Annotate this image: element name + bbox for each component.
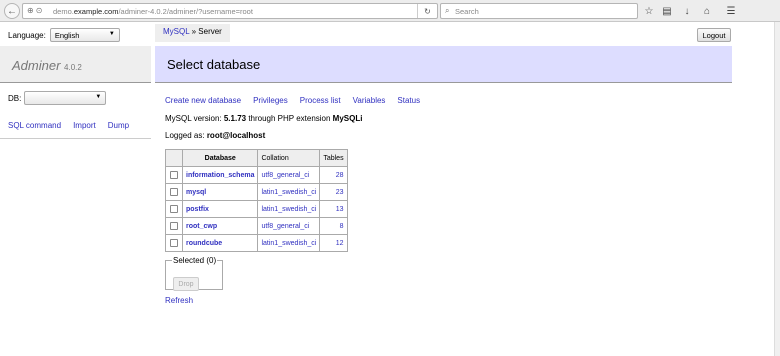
mysql-version-line: MySQL version: 5.1.73 through PHP extens… — [165, 114, 362, 123]
breadcrumb-current: Server — [198, 27, 222, 36]
column-header-tables[interactable]: Tables — [319, 149, 348, 167]
collation-link[interactable]: latin1_swedish_ci — [257, 200, 321, 218]
database-name-link[interactable]: mysql — [181, 183, 259, 201]
language-label: Language: — [8, 30, 46, 40]
create-database-link[interactable]: Create new database — [165, 96, 241, 105]
logout-button[interactable]: Logout — [697, 28, 731, 42]
breadcrumb-mysql-link[interactable]: MySQL — [163, 27, 189, 36]
server-menu: Create new database Privileges Process l… — [165, 96, 420, 105]
drop-button[interactable]: Drop — [173, 277, 199, 291]
address-bar[interactable]: ⊕⊙ demo.example.com/adminer-4.0.2/admine… — [22, 3, 438, 19]
hamburger-menu-icon[interactable]: ☰ — [724, 4, 738, 18]
status-link[interactable]: Status — [397, 96, 420, 105]
search-icon: ⌕ — [445, 6, 450, 15]
table-count-link[interactable]: 8 — [319, 217, 348, 235]
brand-name: Adminer — [12, 58, 61, 73]
row-select-cell — [165, 234, 183, 252]
page-title: Select database — [167, 57, 261, 72]
table-header-row: Database Collation Tables — [165, 149, 348, 167]
db-label: DB: — [8, 93, 22, 103]
url-text[interactable]: demo.example.com/adminer-4.0.2/adminer/?… — [53, 7, 253, 16]
home-icon[interactable]: ⌂ — [700, 4, 714, 18]
adminer-logo[interactable]: Adminer 4.0.2 — [12, 58, 82, 73]
page-scrollbar[interactable] — [774, 22, 780, 356]
breadcrumb-separator: » — [189, 27, 199, 36]
search-placeholder: Search — [455, 7, 479, 16]
row-checkbox[interactable] — [170, 205, 178, 213]
row-checkbox[interactable] — [170, 171, 178, 179]
table-count-link[interactable]: 13 — [319, 200, 348, 218]
select-all-cell — [165, 149, 183, 167]
brand-version: 4.0.2 — [64, 63, 82, 72]
bookmark-star-icon[interactable]: ☆ — [642, 4, 656, 18]
reload-icon[interactable]: ↻ — [417, 4, 437, 18]
dump-link[interactable]: Dump — [108, 121, 129, 130]
import-link[interactable]: Import — [73, 121, 96, 130]
table-row: root_cwp utf8_general_ci 8 — [165, 217, 348, 235]
row-checkbox[interactable] — [170, 239, 178, 247]
collation-link[interactable]: latin1_swedish_ci — [257, 183, 321, 201]
db-selector: DB: ▼ — [8, 91, 107, 105]
table-row: mysql latin1_swedish_ci 23 — [165, 183, 348, 201]
collation-link[interactable]: utf8_general_ci — [257, 217, 321, 235]
db-select[interactable]: ▼ — [24, 91, 107, 105]
database-name-link[interactable]: roundcube — [181, 234, 259, 252]
php-extension: MySQLi — [332, 114, 363, 123]
language-select[interactable]: English ▼ — [49, 28, 120, 42]
chevron-down-icon: ▼ — [108, 31, 115, 37]
row-select-cell — [165, 183, 183, 201]
database-name-link[interactable]: postfix — [181, 200, 259, 218]
sidebar-links: SQL command Import Dump — [8, 121, 129, 130]
chevron-down-icon: ▼ — [95, 94, 102, 100]
column-header-database[interactable]: Database — [181, 149, 259, 167]
sidebar-divider — [0, 138, 151, 139]
column-header-collation[interactable]: Collation — [257, 149, 321, 167]
table-count-link[interactable]: 23 — [319, 183, 348, 201]
language-switcher: Language: English ▼ — [8, 28, 120, 42]
table-row: postfix latin1_swedish_ci 13 — [165, 200, 348, 218]
process-list-link[interactable]: Process list — [300, 96, 341, 105]
browser-search-input[interactable]: ⌕ Search — [440, 3, 638, 19]
row-checkbox[interactable] — [170, 222, 178, 230]
language-selected-value: English — [54, 31, 80, 40]
logged-as-line: Logged as: root@localhost — [165, 131, 265, 140]
row-select-cell — [165, 217, 183, 235]
collation-link[interactable]: utf8_general_ci — [257, 166, 321, 184]
database-name-link[interactable]: information_schema — [181, 166, 259, 184]
version-mid: through PHP extension — [246, 114, 333, 123]
sidebar-header: Adminer 4.0.2 — [0, 46, 151, 83]
download-icon[interactable]: ↓ — [680, 4, 694, 18]
content-header: Select database — [155, 46, 732, 83]
selected-fieldset: Selected (0) Drop — [165, 256, 223, 291]
row-select-cell — [165, 200, 183, 218]
mysql-version: 5.1.73 — [223, 114, 247, 123]
site-identity-icon[interactable]: ⊕⊙ — [27, 6, 44, 15]
table-row: information_schema utf8_general_ci 28 — [165, 166, 348, 184]
logged-prefix: Logged as: — [165, 131, 207, 140]
sql-command-link[interactable]: SQL command — [8, 121, 61, 130]
refresh-link[interactable]: Refresh — [165, 296, 193, 305]
row-select-cell — [165, 166, 183, 184]
table-count-link[interactable]: 28 — [319, 166, 348, 184]
logged-user: root@localhost — [206, 131, 266, 140]
variables-link[interactable]: Variables — [353, 96, 386, 105]
privileges-link[interactable]: Privileges — [253, 96, 288, 105]
table-row: roundcube latin1_swedish_ci 12 — [165, 234, 348, 252]
table-count-link[interactable]: 12 — [319, 234, 348, 252]
browser-toolbar: ← ⊕⊙ demo.example.com/adminer-4.0.2/admi… — [0, 0, 780, 22]
library-icon[interactable]: ▤ — [660, 4, 674, 18]
version-prefix: MySQL version: — [165, 114, 224, 123]
back-arrow-icon[interactable]: ← — [4, 3, 20, 19]
database-name-link[interactable]: root_cwp — [181, 217, 259, 235]
selected-legend[interactable]: Selected (0) — [172, 256, 217, 265]
database-table: Database Collation Tables information_sc… — [165, 149, 348, 252]
row-checkbox[interactable] — [170, 188, 178, 196]
collation-link[interactable]: latin1_swedish_ci — [257, 234, 321, 252]
breadcrumb: MySQL » Server — [155, 24, 230, 42]
